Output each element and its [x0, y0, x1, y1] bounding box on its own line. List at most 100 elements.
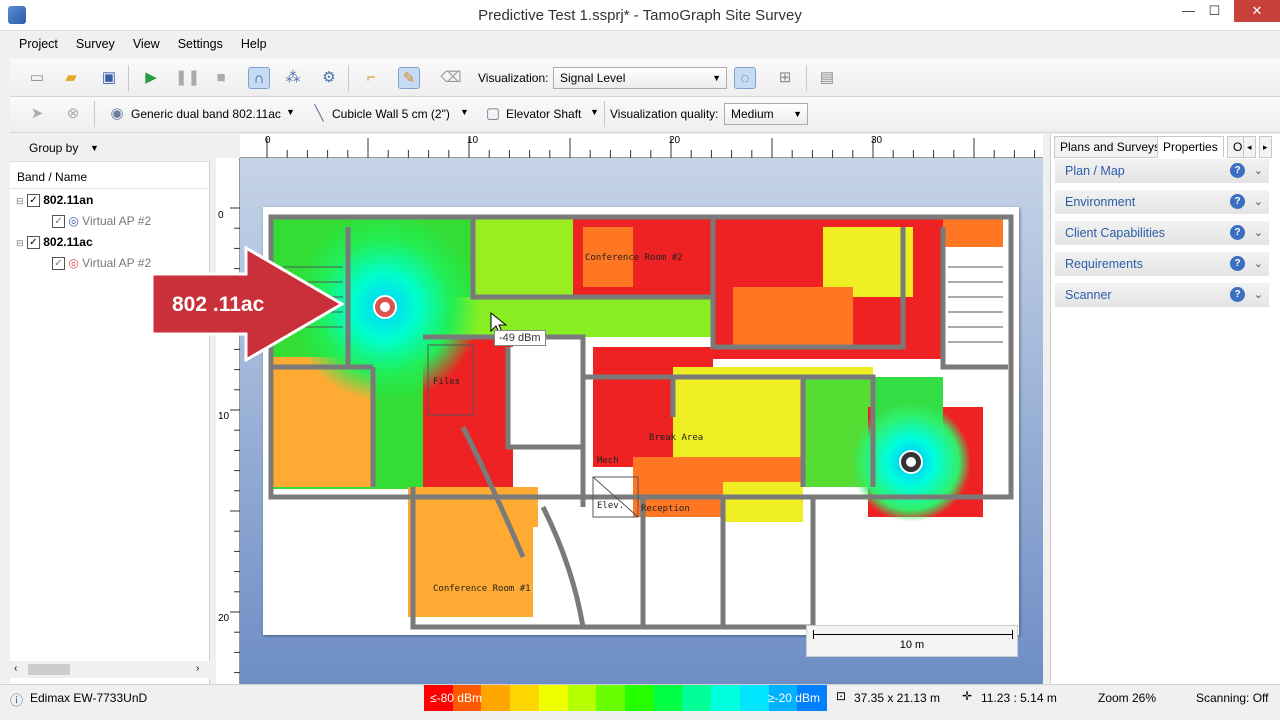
predictive-icon[interactable]: ⁂ [282, 67, 304, 89]
elevator-shaft-icon[interactable]: ▢ [482, 103, 504, 125]
floor-plan[interactable]: Conference Room #2 Files Break Area Mech… [263, 207, 1019, 635]
visualization-settings-icon[interactable]: ◌ [734, 67, 756, 89]
help-icon[interactable]: ? [1230, 194, 1245, 209]
tree-ap-row[interactable]: ✓ ◎ Virtual AP #2 [52, 211, 151, 232]
access-point-icon: ◎ [68, 214, 79, 228]
menu-help[interactable]: Help [232, 33, 276, 55]
scroll-thumb[interactable] [28, 664, 70, 675]
ruler-label: 30 [871, 135, 883, 146]
zoom-level[interactable]: Zoom 26% [1098, 691, 1156, 705]
section-environment[interactable]: Environment? ⌄ [1055, 190, 1269, 214]
report-icon[interactable]: ▤ [816, 67, 838, 89]
help-icon[interactable]: ? [1230, 225, 1245, 240]
room-label: Reception [641, 504, 690, 514]
select-pointer-icon[interactable]: ➤ [26, 103, 48, 125]
access-point-icon[interactable]: ◉ [106, 103, 128, 125]
heatmap-floorplan [268, 212, 1014, 630]
delete-icon[interactable]: ⊗ [62, 103, 84, 125]
wall-icon[interactable]: ╲ [308, 103, 330, 125]
menu-survey[interactable]: Survey [67, 33, 124, 55]
grid-icon[interactable]: ⊞ [774, 67, 796, 89]
legend-swatch [682, 685, 713, 711]
expand-icon[interactable]: ⌄ [1254, 283, 1263, 307]
pause-icon[interactable]: ❚❚ [175, 67, 200, 89]
eraser-icon[interactable]: ⌫ [440, 67, 462, 89]
column-header[interactable]: Band / Name [17, 170, 87, 184]
chevron-down-icon[interactable]: ▼ [286, 107, 295, 117]
ap-model-label[interactable]: Generic dual band 802.11ac [131, 103, 281, 125]
visualization-label: Visualization: [478, 71, 549, 85]
wall-draw-icon[interactable]: ⌐ [360, 67, 382, 89]
toolbar-separator [604, 101, 605, 127]
chevron-down-icon: ▼ [793, 109, 802, 119]
scanning-status: Scanning: Off [1196, 691, 1269, 705]
chevron-down-icon[interactable]: ▼ [460, 107, 469, 117]
heat-area [733, 287, 853, 347]
adapter-name: Edimax EW-7733UnD [30, 691, 148, 705]
tab-properties[interactable]: Properties [1157, 136, 1224, 158]
wall-type-label[interactable]: Cubicle Wall 5 cm (2") [332, 103, 450, 125]
wifi-adapter-icon: ⓘ [10, 693, 24, 708]
tree-band-row[interactable]: ⊟ ✓ 802.11ac [16, 232, 93, 253]
tab-scroll-right-icon[interactable]: ▸ [1259, 136, 1272, 158]
ap-checkbox[interactable]: ✓ [52, 257, 65, 271]
toolbar-separator [94, 101, 95, 127]
band-label: 802.11an [43, 193, 94, 207]
heat-area [508, 347, 588, 447]
expand-icon[interactable]: ⌄ [1254, 159, 1263, 183]
edit-icon[interactable]: ✎ [398, 67, 420, 89]
menu-project[interactable]: Project [10, 33, 67, 55]
legend-max-label: ≥-20 dBm [768, 691, 820, 705]
access-point-marker[interactable] [899, 450, 923, 474]
band-checkbox[interactable]: ✓ [26, 236, 40, 250]
collapse-icon[interactable]: ⊟ [16, 196, 24, 206]
tree-band-row[interactable]: ⊟ ✓ 802.11an [16, 190, 93, 211]
quality-select[interactable]: Medium ▼ [724, 103, 808, 125]
chevron-down-icon[interactable]: ▼ [590, 107, 599, 117]
elevator-label[interactable]: Elevator Shaft [506, 103, 581, 125]
scroll-right-icon[interactable]: › [196, 663, 199, 674]
ap-label: Virtual AP #2 [82, 256, 152, 270]
save-icon[interactable]: ▣ [98, 67, 120, 89]
maximize-button[interactable]: ☐ [1192, 0, 1237, 22]
legend-swatch [596, 685, 626, 711]
scale-label: 10 m [899, 639, 925, 651]
play-icon[interactable]: ▶ [140, 67, 162, 89]
access-point-marker[interactable] [373, 295, 397, 319]
drawing-toolbar: ➤ ⊗ ◉ Generic dual band 802.11ac ▼ ╲ Cub… [10, 97, 1280, 133]
callout-text: 802 .11ac [172, 293, 265, 316]
ap-checkbox[interactable]: ✓ [52, 215, 65, 229]
stop-icon[interactable]: ■ [210, 67, 232, 89]
expand-icon[interactable]: ⌄ [1254, 221, 1263, 245]
menu-settings[interactable]: Settings [169, 33, 232, 55]
new-file-icon[interactable]: ▭ [26, 67, 48, 89]
close-button[interactable]: ✕ [1234, 0, 1280, 22]
horizontal-scrollbar[interactable]: ‹ › [10, 661, 210, 678]
expand-icon[interactable]: ⌄ [1254, 190, 1263, 214]
scroll-left-icon[interactable]: ‹ [14, 663, 17, 674]
section-scanner[interactable]: Scanner? ⌄ [1055, 283, 1269, 307]
group-by-button[interactable]: Group by [29, 141, 78, 155]
help-icon[interactable]: ? [1230, 163, 1245, 178]
tree-ap-row[interactable]: ✓ ◎ Virtual AP #2 [52, 253, 151, 274]
tab-scroll-left-icon[interactable]: ◂ [1243, 136, 1256, 158]
heat-area [723, 482, 803, 522]
section-client-capabilities[interactable]: Client Capabilities? ⌄ [1055, 221, 1269, 245]
section-plan-map[interactable]: Plan / Map? ⌄ [1055, 159, 1269, 183]
collapse-icon[interactable]: ⊟ [16, 238, 24, 248]
section-requirements[interactable]: Requirements? ⌄ [1055, 252, 1269, 276]
toolbar-separator [128, 65, 129, 91]
help-icon[interactable]: ? [1230, 287, 1245, 302]
help-icon[interactable]: ? [1230, 256, 1245, 271]
visualization-select[interactable]: Signal Level ▼ [553, 67, 727, 89]
open-folder-icon[interactable]: ▰ [60, 67, 82, 89]
menu-view[interactable]: View [124, 33, 169, 55]
chevron-down-icon[interactable]: ▼ [90, 143, 99, 153]
tab-plans-and-surveys[interactable]: Plans and Surveys [1054, 136, 1167, 158]
band-checkbox[interactable]: ✓ [26, 194, 40, 208]
band-label: 802.11ac [43, 235, 93, 249]
stairwell [943, 247, 1003, 367]
survey-mode-icon[interactable]: ∩ [248, 67, 270, 89]
expand-icon[interactable]: ⌄ [1254, 252, 1263, 276]
tools-icon[interactable]: ⚙ [318, 67, 340, 89]
